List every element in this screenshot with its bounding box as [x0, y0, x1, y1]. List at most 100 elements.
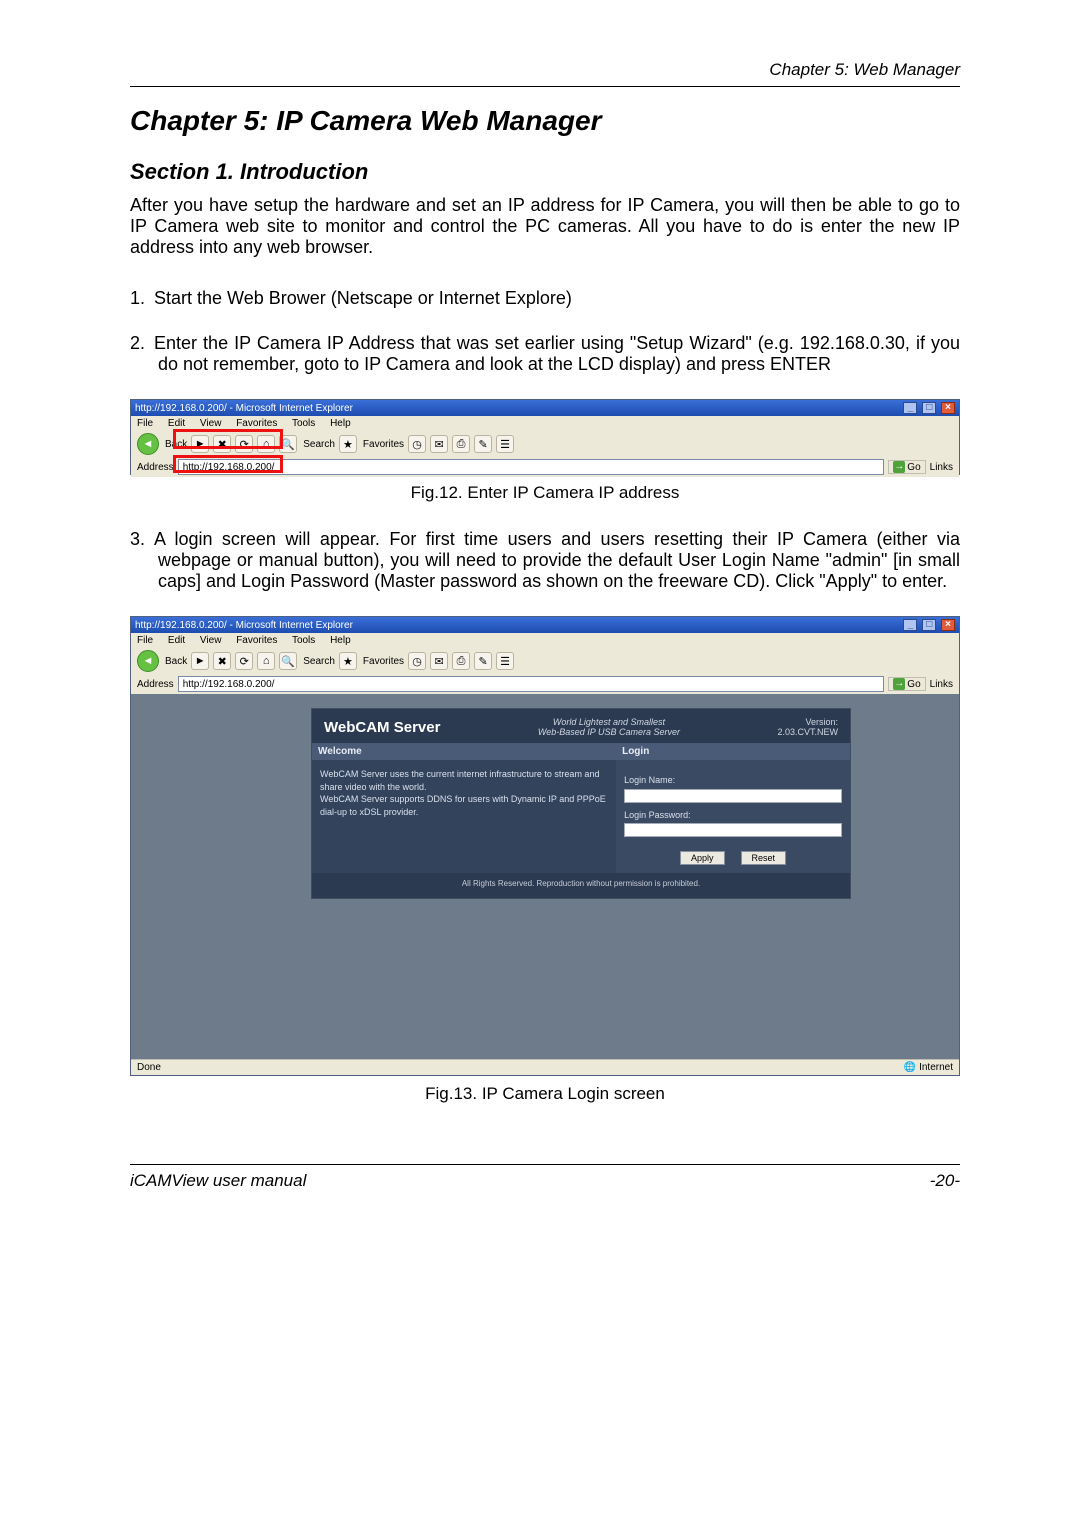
step-1-num: 1.	[130, 288, 154, 309]
footer-left: iCAMView user manual	[130, 1171, 306, 1191]
login-title: Login	[616, 743, 850, 760]
edit-icon[interactable]: ✎	[474, 435, 492, 453]
ie-status-bar: Done 🌐 Internet	[131, 1059, 959, 1075]
webcam-logo: WebCAM Server	[324, 719, 440, 736]
page-footer: iCAMView user manual -20-	[130, 1164, 960, 1191]
ie-address-bar-2: Address http://192.168.0.200/ →Go Links	[131, 674, 959, 694]
welcome-line-1: WebCAM Server uses the current internet …	[320, 768, 608, 793]
links-label[interactable]: Links	[930, 679, 953, 690]
step-2-text: Enter the IP Camera IP Address that was …	[154, 333, 960, 374]
back-label: Back	[165, 656, 187, 667]
print-icon[interactable]: ⎙	[452, 652, 470, 670]
mail-icon[interactable]: ✉	[430, 652, 448, 670]
history-icon[interactable]: ◷	[408, 435, 426, 453]
edit-icon[interactable]: ✎	[474, 652, 492, 670]
webcam-version: Version: 2.03.CVT.NEW	[777, 717, 838, 737]
fig12-browser-window: http://192.168.0.200/ - Microsoft Intern…	[130, 399, 960, 475]
step-2-num: 2.	[130, 333, 154, 354]
address-label: Address	[137, 679, 174, 690]
menu-file[interactable]: File	[137, 635, 153, 646]
step-3-text: A login screen will appear. For first ti…	[154, 529, 960, 591]
fig13-browser-window: http://192.168.0.200/ - Microsoft Intern…	[130, 616, 960, 1076]
maximize-icon[interactable]: □	[922, 619, 936, 631]
annotation-red-box-toolbar	[173, 429, 283, 449]
search-label: Search	[303, 656, 335, 667]
window-controls: _ □ ×	[901, 402, 955, 414]
home-icon[interactable]: ⌂	[257, 652, 275, 670]
menu-edit[interactable]: Edit	[168, 635, 185, 646]
history-icon[interactable]: ◷	[408, 652, 426, 670]
menu-favorites[interactable]: Favorites	[236, 418, 277, 429]
step-1-text: Start the Web Brower (Netscape or Intern…	[154, 288, 572, 308]
login-password-input[interactable]	[624, 823, 842, 837]
login-name-label: Login Name:	[624, 774, 842, 787]
annotation-red-box-address	[173, 455, 283, 473]
menu-favorites[interactable]: Favorites	[236, 635, 277, 646]
print-icon[interactable]: ⎙	[452, 435, 470, 453]
refresh-icon[interactable]: ⟳	[235, 652, 253, 670]
step-3: 3.A login screen will appear. For first …	[158, 529, 960, 592]
address-label: Address	[137, 462, 174, 473]
links-label[interactable]: Links	[930, 462, 953, 473]
maximize-icon[interactable]: □	[922, 402, 936, 414]
ie-window-title: http://192.168.0.200/ - Microsoft Intern…	[135, 403, 353, 414]
minimize-icon[interactable]: _	[903, 619, 917, 631]
address-input[interactable]: http://192.168.0.200/	[178, 459, 885, 475]
favorites-label: Favorites	[363, 439, 404, 450]
ie-titlebar: http://192.168.0.200/ - Microsoft Intern…	[131, 400, 959, 416]
discuss-icon[interactable]: ☰	[496, 435, 514, 453]
favorites-label: Favorites	[363, 656, 404, 667]
favorites-icon[interactable]: ★	[339, 652, 357, 670]
fig13-caption: Fig.13. IP Camera Login screen	[130, 1084, 960, 1104]
menu-view[interactable]: View	[200, 418, 222, 429]
welcome-title: Welcome	[312, 743, 616, 760]
close-icon[interactable]: ×	[941, 619, 955, 631]
page-content-area: WebCAM Server World Lightest and Smalles…	[131, 694, 959, 1059]
page-header: Chapter 5: Web Manager	[130, 60, 960, 87]
menu-edit[interactable]: Edit	[168, 418, 185, 429]
window-controls-2: _ □ ×	[901, 619, 955, 631]
section-title: Section 1. Introduction	[130, 159, 960, 185]
mail-icon[interactable]: ✉	[430, 435, 448, 453]
back-button[interactable]: ◄	[137, 650, 159, 672]
menu-tools[interactable]: Tools	[292, 635, 315, 646]
step-2: 2.Enter the IP Camera IP Address that wa…	[158, 333, 960, 375]
go-button[interactable]: →Go	[888, 460, 925, 474]
back-button[interactable]: ◄	[137, 433, 159, 455]
ie-toolbar: ◄ Back ► ✖ ⟳ ⌂ 🔍 Search ★ Favorites ◷ ✉ …	[131, 431, 959, 457]
search-label: Search	[303, 439, 335, 450]
reset-button[interactable]: Reset	[741, 851, 787, 865]
step-1: 1.Start the Web Brower (Netscape or Inte…	[158, 288, 960, 309]
step-3-num: 3.	[130, 529, 154, 550]
status-zone: 🌐 Internet	[904, 1062, 953, 1073]
apply-button[interactable]: Apply	[680, 851, 725, 865]
ie-window-title-2: http://192.168.0.200/ - Microsoft Intern…	[135, 620, 353, 631]
menu-help[interactable]: Help	[330, 635, 351, 646]
welcome-line-2: WebCAM Server supports DDNS for users wi…	[320, 793, 608, 818]
intro-paragraph: After you have setup the hardware and se…	[130, 195, 960, 258]
footer-right: -20-	[930, 1171, 960, 1191]
menu-file[interactable]: File	[137, 418, 153, 429]
go-arrow-icon: →	[893, 678, 905, 690]
login-name-input[interactable]	[624, 789, 842, 803]
login-password-label: Login Password:	[624, 809, 842, 822]
menu-view[interactable]: View	[200, 635, 222, 646]
forward-button[interactable]: ►	[191, 652, 209, 670]
webcam-tagline: World Lightest and Smallest Web-Based IP…	[538, 717, 680, 737]
stop-icon[interactable]: ✖	[213, 652, 231, 670]
fig12-caption: Fig.12. Enter IP Camera IP address	[130, 483, 960, 503]
login-box: Login Login Name: Login Password: Apply …	[616, 743, 850, 873]
chapter-title: Chapter 5: IP Camera Web Manager	[130, 105, 960, 137]
status-done: Done	[137, 1062, 161, 1073]
address-input[interactable]: http://192.168.0.200/	[178, 676, 885, 692]
menu-help[interactable]: Help	[330, 418, 351, 429]
search-icon[interactable]: 🔍	[279, 652, 297, 670]
close-icon[interactable]: ×	[941, 402, 955, 414]
ie-menubar-2[interactable]: File Edit View Favorites Tools Help	[131, 633, 959, 648]
discuss-icon[interactable]: ☰	[496, 652, 514, 670]
favorites-icon[interactable]: ★	[339, 435, 357, 453]
menu-tools[interactable]: Tools	[292, 418, 315, 429]
minimize-icon[interactable]: _	[903, 402, 917, 414]
webcam-footer: All Rights Reserved. Reproduction withou…	[312, 873, 850, 898]
go-button[interactable]: →Go	[888, 677, 925, 691]
